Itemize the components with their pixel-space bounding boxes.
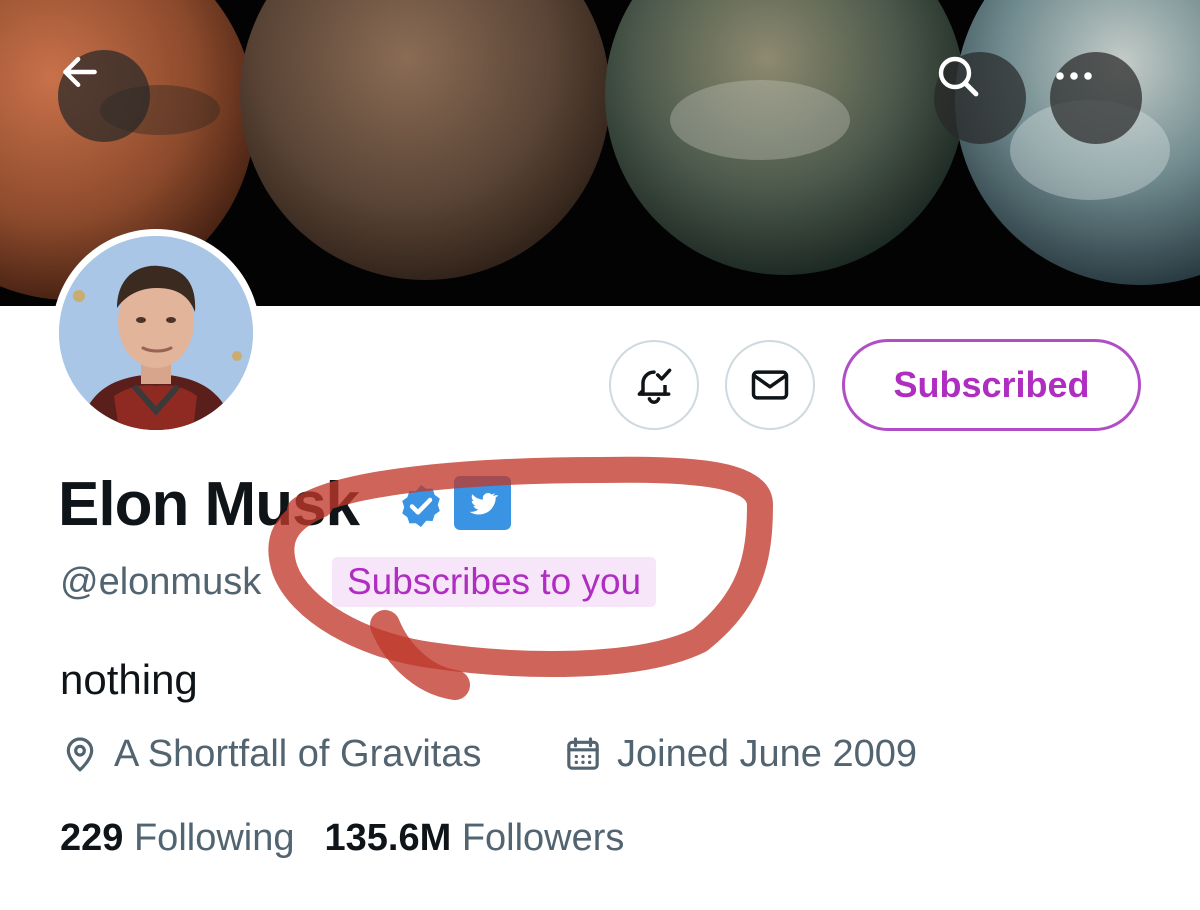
notifications-button[interactable] <box>609 340 699 430</box>
envelope-icon <box>751 370 789 400</box>
profile-avatar[interactable] <box>52 229 260 437</box>
more-horizontal-icon <box>1056 72 1092 80</box>
avatar-photo <box>59 236 253 430</box>
profile-stats: 229 Following 135.6M Followers <box>60 812 624 864</box>
arrow-left-icon <box>63 56 97 88</box>
verified-badge-icon[interactable] <box>397 482 445 535</box>
twitter-affiliate-badge[interactable] <box>454 476 511 530</box>
profile-join-date: Joined June 2009 <box>563 728 917 780</box>
joined-text: Joined June 2009 <box>617 732 918 775</box>
more-button[interactable] <box>1050 52 1142 144</box>
followers-count: 135.6M <box>324 817 452 859</box>
twitter-bird-icon <box>469 492 498 515</box>
profile-location: A Shortfall of Gravitas <box>60 728 482 780</box>
search-button[interactable] <box>934 52 1026 144</box>
search-icon <box>938 56 979 97</box>
profile-bio: nothing <box>60 656 198 703</box>
followers-label: Followers <box>461 817 625 859</box>
calendar-icon <box>563 734 603 774</box>
location-text: A Shortfall of Gravitas <box>114 732 482 775</box>
subscribes-to-you-badge: Subscribes to you <box>332 557 657 607</box>
profile-handle: @elonmusk <box>60 561 262 603</box>
following-link[interactable]: 229 Following <box>60 817 295 859</box>
profile-name: Elon Musk <box>58 470 360 539</box>
followers-link[interactable]: 135.6M Followers <box>325 817 625 859</box>
subscribed-button[interactable]: Subscribed <box>842 339 1141 431</box>
bell-check-icon <box>637 368 672 404</box>
following-count: 229 <box>60 817 124 859</box>
message-button[interactable] <box>725 340 815 430</box>
following-label: Following <box>133 817 295 859</box>
location-pin-icon <box>60 734 100 774</box>
back-button[interactable] <box>58 50 150 142</box>
